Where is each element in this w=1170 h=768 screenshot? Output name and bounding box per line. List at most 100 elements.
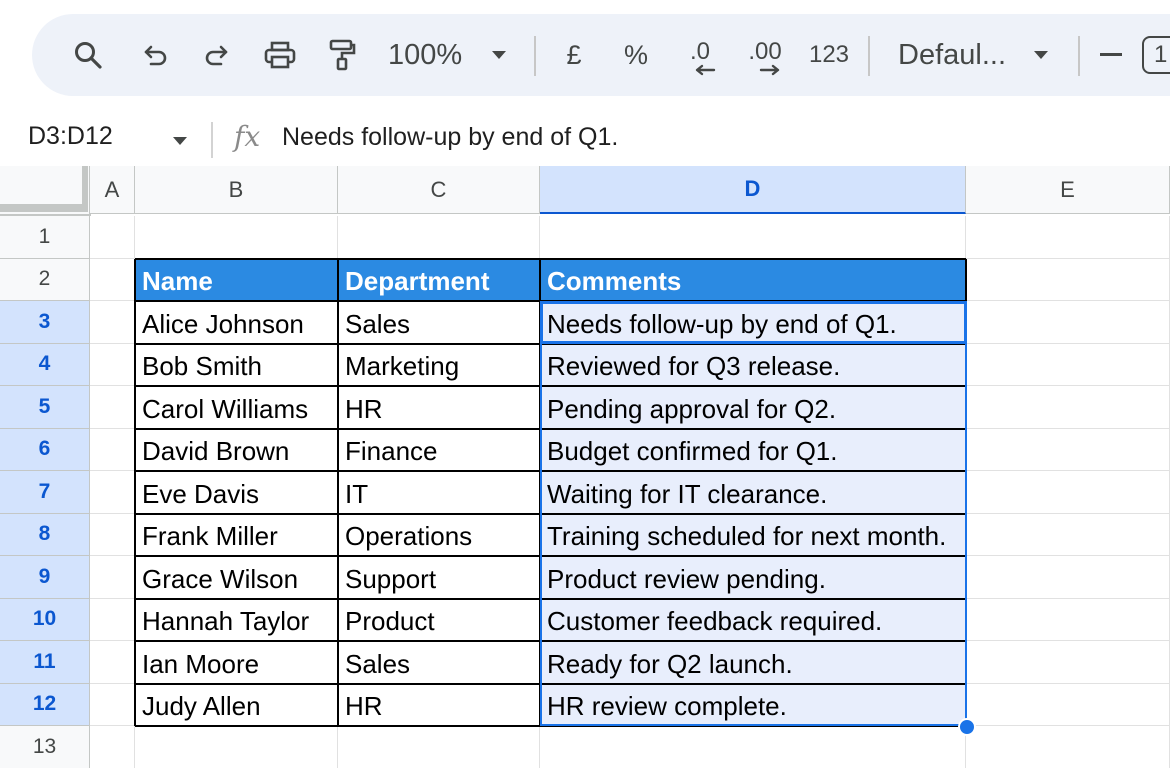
fill-handle[interactable] — [958, 718, 976, 736]
cell-c4[interactable]: Marketing — [338, 343, 540, 386]
cell-e9[interactable] — [966, 556, 1170, 599]
cell-b6[interactable]: David Brown — [135, 428, 338, 471]
cell-a13[interactable] — [90, 726, 135, 768]
undo-icon[interactable] — [136, 14, 176, 96]
name-box[interactable]: D3:D12 — [28, 122, 113, 151]
cell-e12[interactable] — [966, 683, 1170, 726]
cell-c11[interactable]: Sales — [338, 641, 540, 684]
row-header-4[interactable]: 4 — [0, 343, 90, 386]
cell-e10[interactable] — [966, 598, 1170, 641]
column-header-d[interactable]: D — [540, 166, 966, 214]
cell-b8[interactable]: Frank Miller — [135, 513, 338, 556]
cell-c7[interactable]: IT — [338, 471, 540, 514]
print-icon[interactable] — [258, 14, 302, 96]
cell-a11[interactable] — [90, 641, 135, 684]
cell-e1[interactable] — [966, 216, 1170, 259]
cell-e11[interactable] — [966, 641, 1170, 684]
row-header-13[interactable]: 13 — [0, 726, 90, 768]
row-header-8[interactable]: 8 — [0, 513, 90, 556]
cell-a8[interactable] — [90, 513, 135, 556]
font-size-input[interactable]: 1 — [1142, 14, 1170, 96]
cell-d5[interactable]: Pending approval for Q2. — [540, 386, 966, 429]
formula-input[interactable]: Needs follow-up by end of Q1. — [282, 123, 618, 152]
cell-d9[interactable]: Product review pending. — [540, 556, 966, 599]
cell-c8[interactable]: Operations — [338, 513, 540, 556]
cell-d4[interactable]: Reviewed for Q3 release. — [540, 343, 966, 386]
paint-format-icon[interactable] — [322, 14, 362, 96]
select-all-corner[interactable] — [0, 166, 91, 216]
cell-d10[interactable]: Customer feedback required. — [540, 598, 966, 641]
cell-d3[interactable]: Needs follow-up by end of Q1. — [540, 301, 966, 344]
cell-a3[interactable] — [90, 301, 135, 344]
zoom-select[interactable]: 100% — [388, 14, 472, 96]
cell-c6[interactable]: Finance — [338, 428, 540, 471]
cell-a9[interactable] — [90, 556, 135, 599]
cell-d7[interactable]: Waiting for IT clearance. — [540, 471, 966, 514]
cell-a5[interactable] — [90, 386, 135, 429]
cell-e6[interactable] — [966, 428, 1170, 471]
cell-a6[interactable] — [90, 428, 135, 471]
cell-a1[interactable] — [90, 216, 135, 259]
cell-a2[interactable] — [90, 258, 135, 301]
cell-d13[interactable] — [540, 726, 966, 768]
cell-e13[interactable] — [966, 726, 1170, 768]
cell-c3[interactable]: Sales — [338, 301, 540, 344]
cell-b11[interactable]: Ian Moore — [135, 641, 338, 684]
cell-b9[interactable]: Grace Wilson — [135, 556, 338, 599]
font-dropdown-icon[interactable] — [1028, 14, 1054, 96]
cell-a12[interactable] — [90, 683, 135, 726]
redo-icon[interactable] — [196, 14, 236, 96]
frozen-row-handle[interactable] — [0, 204, 82, 212]
column-header-c[interactable]: C — [338, 166, 540, 214]
column-header-e[interactable]: E — [966, 166, 1170, 214]
row-header-9[interactable]: 9 — [0, 556, 90, 599]
font-select[interactable]: Defaul... — [898, 14, 1016, 96]
decrease-font-size-button[interactable] — [1096, 14, 1126, 96]
cell-c2[interactable]: Department — [338, 258, 540, 301]
percent-button[interactable]: % — [619, 14, 653, 96]
cell-e4[interactable] — [966, 343, 1170, 386]
row-header-12[interactable]: 12 — [0, 683, 90, 726]
currency-button[interactable]: £ — [557, 14, 591, 96]
cell-e5[interactable] — [966, 386, 1170, 429]
row-header-6[interactable]: 6 — [0, 428, 90, 471]
cell-b1[interactable] — [135, 216, 338, 259]
cell-c9[interactable]: Support — [338, 556, 540, 599]
column-header-a[interactable]: A — [90, 166, 135, 214]
number-format-button[interactable]: 123 — [806, 14, 852, 96]
cell-c12[interactable]: HR — [338, 683, 540, 726]
cell-d11[interactable]: Ready for Q2 launch. — [540, 641, 966, 684]
cell-a7[interactable] — [90, 471, 135, 514]
decrease-decimal-button[interactable]: .0 — [678, 14, 722, 96]
cell-c10[interactable]: Product — [338, 598, 540, 641]
search-icon[interactable] — [68, 14, 108, 96]
cell-c1[interactable] — [338, 216, 540, 259]
cell-b5[interactable]: Carol Williams — [135, 386, 338, 429]
cell-b13[interactable] — [135, 726, 338, 768]
cell-e3[interactable] — [966, 301, 1170, 344]
column-header-b[interactable]: B — [135, 166, 338, 214]
zoom-dropdown-icon[interactable] — [484, 14, 514, 96]
cell-d2[interactable]: Comments — [540, 258, 966, 301]
cell-b2[interactable]: Name — [135, 258, 338, 301]
frozen-column-handle[interactable] — [82, 166, 88, 212]
cell-a10[interactable] — [90, 598, 135, 641]
cell-b12[interactable]: Judy Allen — [135, 683, 338, 726]
cell-d1[interactable] — [540, 216, 966, 259]
name-box-dropdown-icon[interactable] — [172, 136, 188, 146]
cell-e8[interactable] — [966, 513, 1170, 556]
row-header-5[interactable]: 5 — [0, 386, 90, 429]
row-header-1[interactable]: 1 — [0, 216, 90, 259]
cell-b7[interactable]: Eve Davis — [135, 471, 338, 514]
cell-a4[interactable] — [90, 343, 135, 386]
cell-c13[interactable] — [338, 726, 540, 768]
cell-e2[interactable] — [966, 258, 1170, 301]
row-header-11[interactable]: 11 — [0, 641, 90, 684]
cell-b4[interactable]: Bob Smith — [135, 343, 338, 386]
cell-d8[interactable]: Training scheduled for next month. — [540, 513, 966, 556]
increase-decimal-button[interactable]: .00 — [740, 14, 790, 96]
row-header-7[interactable]: 7 — [0, 471, 90, 514]
cell-d12[interactable]: HR review complete. — [540, 683, 966, 726]
cell-d6[interactable]: Budget confirmed for Q1. — [540, 428, 966, 471]
row-header-2[interactable]: 2 — [0, 258, 90, 301]
